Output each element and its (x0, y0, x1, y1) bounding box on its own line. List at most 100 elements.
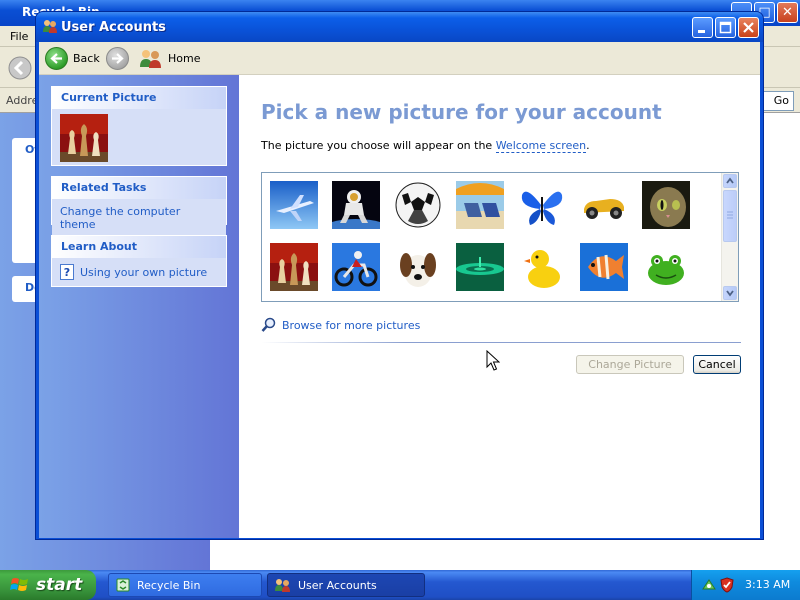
navigation-bar: Back Home (39, 42, 760, 75)
drip-picture-icon (456, 243, 504, 291)
close-icon (743, 22, 754, 33)
svg-text:?: ? (64, 266, 70, 279)
mouse-cursor-icon (486, 350, 500, 371)
instruction-prefix: The picture you choose will appear on th… (261, 139, 496, 152)
page-heading: Pick a new picture for your account (261, 100, 662, 124)
minimize-button[interactable] (692, 17, 713, 38)
picture-airplane[interactable] (270, 181, 318, 229)
grip-icon (727, 211, 733, 219)
chess-picture-icon (270, 243, 318, 291)
taskbar-item-user-accounts[interactable]: User Accounts (267, 573, 425, 597)
picture-car[interactable] (580, 181, 628, 229)
magnifier-icon (261, 317, 276, 332)
current-picture-chess (60, 114, 108, 162)
frog-picture-icon (642, 243, 690, 291)
chess-picture-icon (60, 114, 108, 162)
airplane-picture-icon (270, 181, 318, 229)
user-accounts-window: User Accounts Back Home Current Picture … (35, 11, 764, 540)
taskbar-user-accounts-label: User Accounts (298, 578, 377, 592)
related-tasks-list: Change the computer theme (52, 199, 226, 237)
scroll-down-button[interactable] (723, 286, 737, 300)
scroll-thumb[interactable] (723, 190, 737, 242)
soccer-ball-picture-icon (394, 181, 442, 229)
duck-picture-icon (518, 243, 566, 291)
background-go-label: Go (773, 94, 789, 107)
home-button[interactable]: Home (139, 45, 200, 71)
learn-about-title: Learn About (52, 236, 226, 258)
change-theme-label: Change the computer theme (60, 205, 181, 231)
scroll-up-button[interactable] (723, 174, 737, 188)
network-icon[interactable] (701, 577, 717, 593)
picture-list-scrollbar[interactable] (721, 173, 738, 301)
dirt-bike-picture-icon (332, 243, 380, 291)
main-content: Pick a new picture for your account The … (239, 75, 760, 538)
fish-picture-icon (580, 243, 628, 291)
start-label: start (36, 575, 83, 595)
related-tasks-title: Related Tasks (52, 177, 226, 199)
learn-about-list: ? Using your own picture (52, 258, 226, 286)
picture-beach-chairs[interactable] (456, 181, 504, 229)
picture-drip[interactable] (456, 243, 504, 291)
car-picture-icon (580, 181, 628, 229)
taskbar-recycle-bin-label: Recycle Bin (137, 578, 201, 592)
back-label: Back (73, 51, 100, 65)
picture-dog[interactable] (394, 243, 442, 291)
taskbar-item-recycle-bin[interactable]: Recycle Bin (108, 573, 262, 597)
start-button[interactable]: start (0, 570, 96, 600)
related-tasks-panel: Related Tasks Change the computer theme (51, 176, 227, 237)
change-picture-button[interactable]: Change Picture (576, 355, 684, 374)
home-label: Home (168, 51, 201, 65)
maximize-button[interactable] (715, 17, 736, 38)
cat-picture-icon (642, 181, 690, 229)
picture-dirt-bike[interactable] (332, 243, 380, 291)
browse-more-pictures-link[interactable]: Browse for more pictures (261, 317, 420, 333)
forward-button[interactable] (106, 45, 129, 71)
picture-frog[interactable] (642, 243, 690, 291)
system-tray: 3:13 AM (691, 570, 800, 600)
picture-duck[interactable] (518, 243, 566, 291)
home-users-icon (140, 50, 161, 68)
using-your-own-picture-label: Using your own picture (80, 265, 208, 279)
user-accounts-icon (275, 579, 290, 592)
cancel-button[interactable]: Cancel (693, 355, 741, 374)
picture-soccer-ball[interactable] (394, 181, 442, 229)
learn-about-panel: Learn About ? Using your own picture (51, 235, 227, 287)
welcome-screen-link[interactable]: Welcome screen (495, 139, 587, 153)
browse-label: Browse for more pictures (282, 318, 421, 332)
security-shield-icon[interactable] (719, 577, 735, 593)
picture-fish[interactable] (580, 243, 628, 291)
dog-picture-icon (394, 243, 442, 291)
change-theme-link[interactable]: Change the computer theme (60, 205, 218, 231)
background-close-button[interactable]: ✕ (777, 2, 798, 23)
windows-logo-icon (10, 578, 28, 591)
picture-list (261, 172, 739, 302)
help-icon: ? (60, 264, 74, 280)
chevron-down-icon (726, 290, 734, 297)
forward-arrow-icon (106, 46, 129, 70)
window-title: User Accounts (61, 20, 166, 35)
instruction-text: The picture you choose will appear on th… (261, 139, 590, 153)
instruction-suffix: . (586, 139, 590, 152)
window-client-area: Back Home Current Picture Related Tasks … (39, 42, 760, 538)
close-button[interactable] (738, 17, 759, 38)
picture-astronaut[interactable] (332, 181, 380, 229)
back-button[interactable]: Back (45, 45, 100, 71)
background-back-icon[interactable] (8, 56, 32, 80)
task-pane: Current Picture Related Tasks Change the… (39, 75, 239, 538)
user-accounts-icon (43, 20, 57, 33)
minimize-icon (698, 30, 705, 33)
picture-butterfly[interactable] (518, 181, 566, 229)
taskbar: start Recycle Bin User Accounts 3:13 AM (0, 570, 800, 600)
background-menu-file[interactable]: File (10, 30, 28, 43)
picture-chess[interactable] (270, 243, 318, 291)
divider (261, 342, 741, 343)
maximize-icon (719, 21, 732, 34)
clock: 3:13 AM (745, 578, 791, 591)
picture-cat[interactable] (642, 181, 690, 229)
using-your-own-picture-link[interactable]: ? Using your own picture (60, 264, 218, 280)
current-picture-title: Current Picture (52, 87, 226, 109)
beach-chairs-picture-icon (456, 181, 504, 229)
chevron-up-icon (726, 177, 734, 184)
current-picture-panel: Current Picture (51, 86, 227, 166)
title-bar[interactable]: User Accounts (36, 12, 763, 42)
